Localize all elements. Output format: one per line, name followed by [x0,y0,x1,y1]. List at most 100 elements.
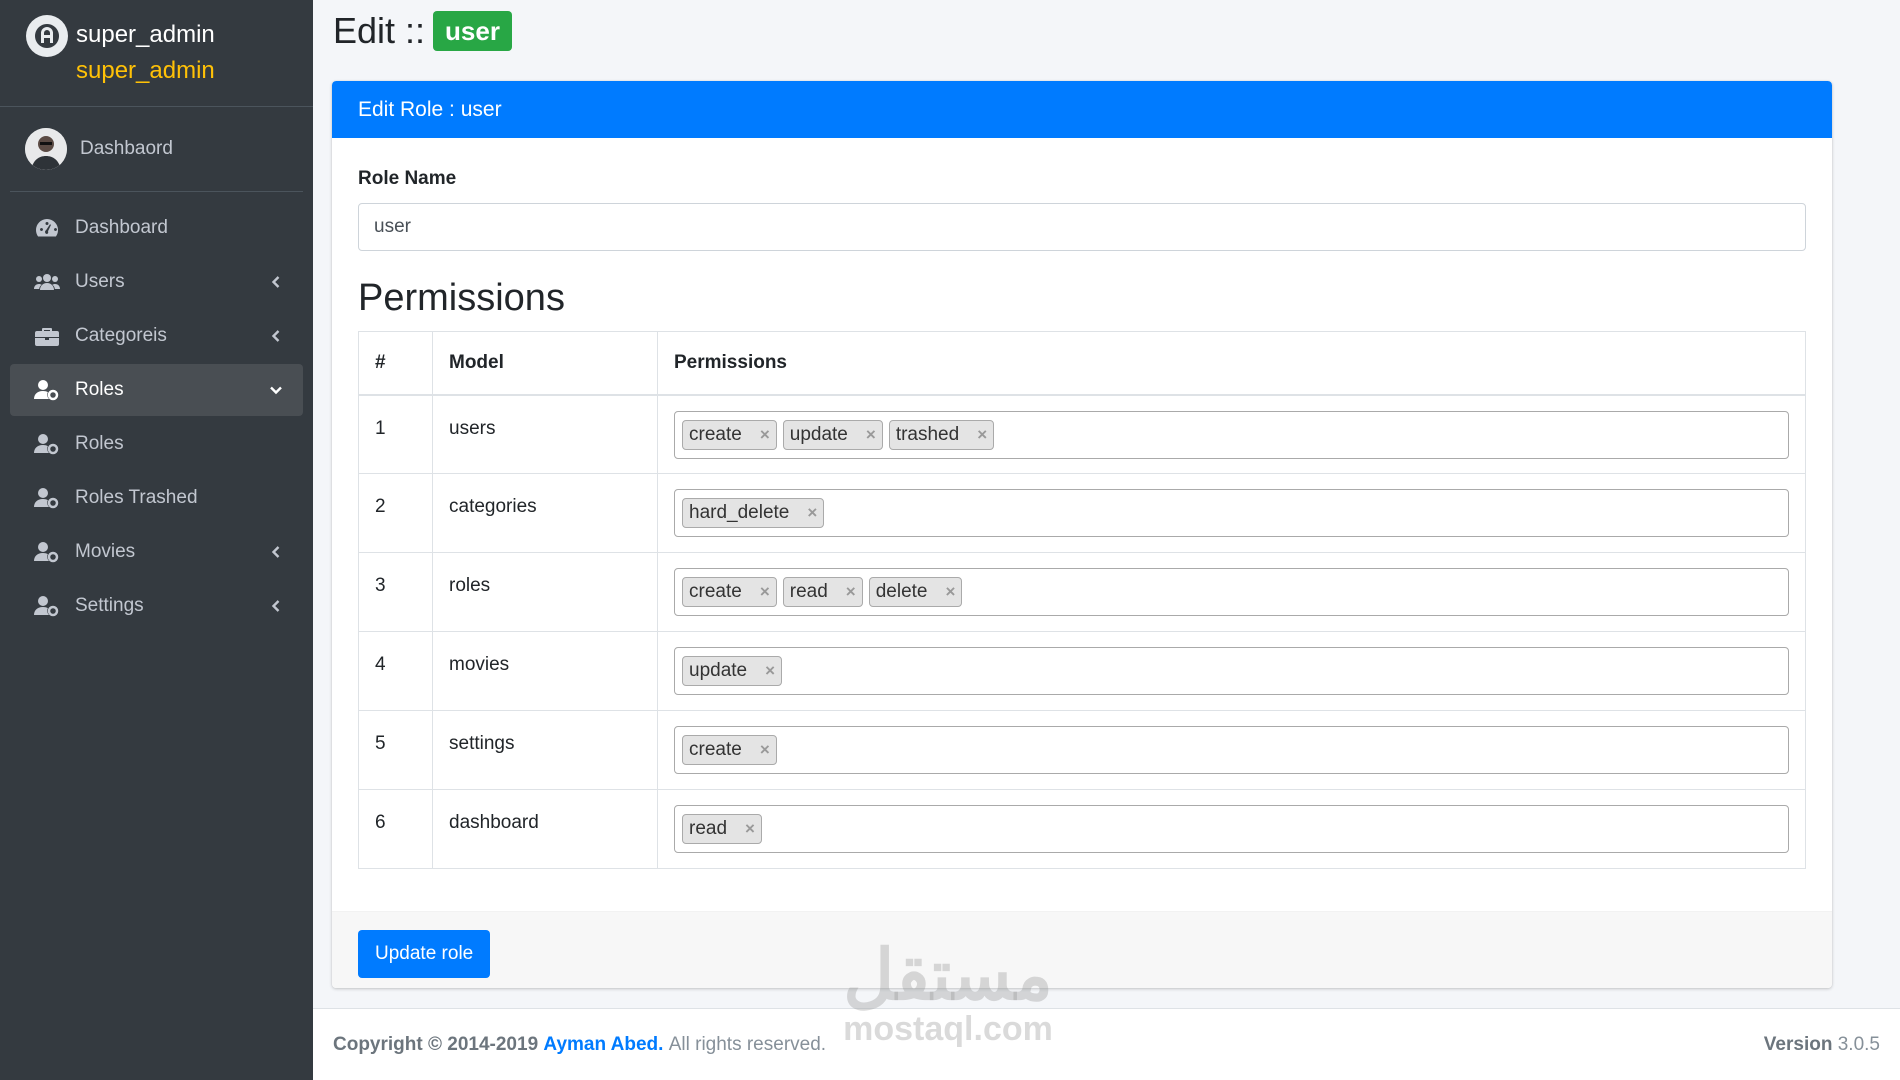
user-cog-icon [33,484,61,512]
role-name-label: Role Name [358,168,457,189]
update-role-button[interactable]: Update role [358,930,491,978]
remove-tag-icon[interactable]: × [807,503,817,523]
table-row: 3 roles create × read × delete × [358,552,1806,632]
permissions-title: Permissions [358,277,565,319]
permissions-select[interactable]: create × update × trashed × [674,410,1789,459]
nav-item-label: Roles [75,379,124,400]
chevron-left-icon [269,599,283,613]
permission-tag: hard_delete × [682,498,825,528]
nav-item-categories[interactable]: Categoreis [10,310,303,362]
version-label: Version [1763,1033,1833,1055]
remove-tag-icon[interactable]: × [760,425,770,445]
brand-name: super_admin [76,21,215,48]
sidebar: super_admin super_admin Dashbaord Dashbo… [0,0,313,1080]
remove-tag-icon[interactable]: × [760,582,770,602]
user-panel[interactable]: Dashbaord [10,107,303,192]
remove-tag-icon[interactable]: × [866,425,876,445]
tachometer-icon [33,214,61,242]
table-row: 2 categories hard_delete × [358,473,1806,553]
sidebar-nav: Dashboard Users Categoreis Roles Roles R… [10,192,303,632]
nav-item-label: Categoreis [75,325,167,346]
row-model: roles [432,552,658,632]
watermark: مستقل mostaql.com [833,940,1063,1049]
copyright-text: Copyright © 2014-2019 [333,1033,539,1055]
nav-item-users[interactable]: Users [10,256,303,308]
permission-tag-label: hard_delete [689,502,790,523]
user-cog-icon [33,430,61,458]
permission-tag-label: update [789,423,848,445]
row-permissions: create × read × delete × [657,552,1806,632]
nav-item-label: Roles [75,433,124,454]
table-header-row: # Model Permissions [358,331,1806,396]
nav-item-label: Roles Trashed [75,487,198,508]
edit-role-card: Edit Role : user Role Name user Permissi… [332,81,1832,988]
row-permissions: create × [657,710,1806,790]
permissions-table-body: 1 users create × update × trashed × 2 categories h… [358,394,1806,869]
column-header: Model [432,331,658,396]
nav-item-label: Dashboard [75,217,168,238]
avatar [25,128,67,170]
permission-tag: create × [682,419,777,450]
user-cog-icon [33,538,61,566]
permission-tag: trashed × [888,419,995,450]
row-number: 4 [358,631,433,711]
nav-item-roles-trashed[interactable]: Roles Trashed [10,472,303,524]
chevron-left-icon [269,545,283,559]
row-model: categories [432,473,658,553]
brand-link[interactable]: super_admin super_admin [0,0,313,107]
row-number: 5 [358,710,433,790]
remove-tag-icon[interactable]: × [765,661,775,681]
row-model: settings [432,710,658,790]
brand-role: super_admin [76,57,215,84]
role-name-input[interactable]: user [358,203,1806,251]
nav-item-roles[interactable]: Roles [10,418,303,470]
row-number: 2 [358,473,433,553]
permission-tag-label: trashed [895,423,960,445]
permission-tag-label: create [689,581,742,602]
user-cog-icon [33,592,61,620]
permissions-select[interactable]: create × [674,726,1789,774]
remove-tag-icon[interactable]: × [745,819,755,839]
nav-item-settings[interactable]: Settings [10,580,303,632]
nav-item-roles-group[interactable]: Roles [10,364,303,416]
row-permissions: read × [657,789,1806,869]
remove-tag-icon[interactable]: × [760,740,770,760]
remove-tag-icon[interactable]: × [977,425,987,445]
page-footer: Copyright © 2014-2019 Ayman Abed. All ri… [313,1008,1900,1080]
permission-tag: read × [682,814,762,844]
page-header: Edit :: user [333,10,512,52]
permission-tag-label: update [689,660,748,681]
permission-tag: create × [682,577,777,607]
permission-tag-label: create [689,739,742,760]
column-header: # [358,331,433,396]
role-badge: user [433,11,512,51]
table-row: 5 settings create × [358,710,1806,790]
nav-item-movies[interactable]: Movies [10,526,303,578]
permission-tag-label: read [789,581,828,602]
remove-tag-icon[interactable]: × [946,582,956,602]
page-title: Edit :: [333,10,426,51]
row-model: dashboard [432,789,658,869]
row-model: movies [432,631,658,711]
chevron-down-icon [269,383,283,397]
watermark-text: mostaql.com [843,1010,1053,1048]
chevron-left-icon [269,275,283,289]
permission-tag-label: create [689,423,742,445]
permissions-select[interactable]: update × [674,647,1789,695]
nav-item-dashboard[interactable]: Dashboard [10,202,303,254]
row-number: 1 [358,394,433,474]
permission-tag: delete × [868,577,963,607]
permissions-select[interactable]: create × read × delete × [674,568,1789,616]
card-header: Edit Role : user [332,81,1832,138]
column-header: Permissions [657,331,1806,396]
permission-tag-label: read [689,818,728,839]
author-link[interactable]: Ayman Abed. [543,1034,663,1056]
watermark-logo: مستقل [843,936,1053,1014]
card-body: Role Name user Permissions # Model Permi… [332,138,1832,869]
permissions-select[interactable]: read × [674,805,1789,853]
permission-tag: read × [782,577,863,607]
table-row: 6 dashboard read × [358,789,1806,869]
permissions-select[interactable]: hard_delete × [674,489,1789,537]
remove-tag-icon[interactable]: × [846,582,856,602]
row-number: 3 [358,552,433,632]
